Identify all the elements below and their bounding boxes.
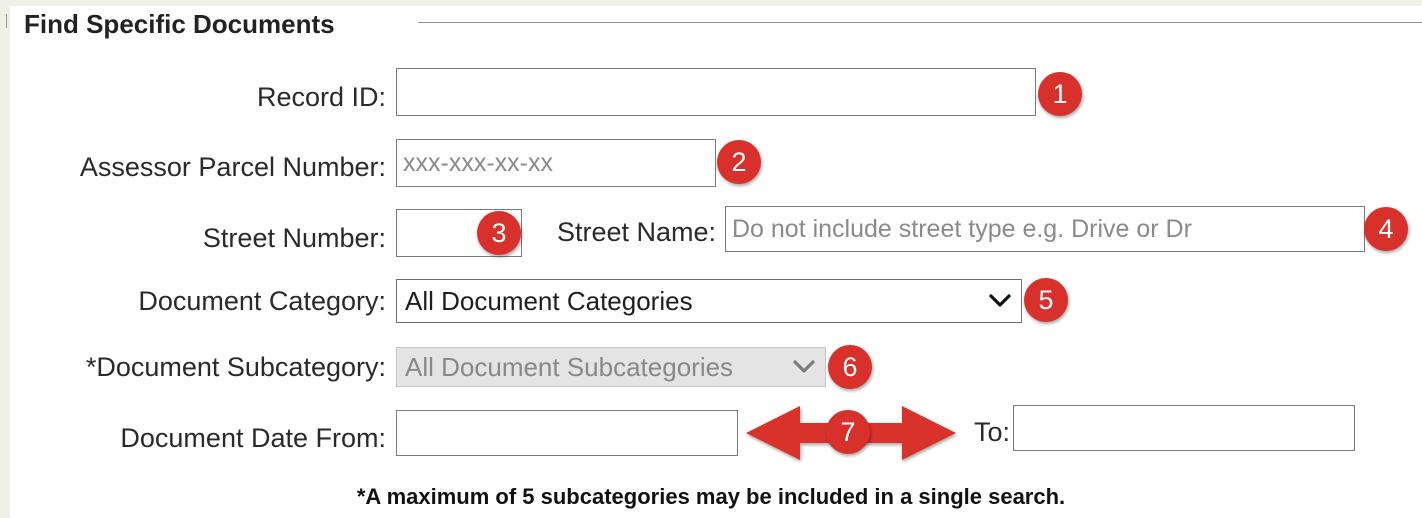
fieldset-border-top bbox=[418, 22, 1422, 23]
annotation-badge-6: 6 bbox=[828, 345, 872, 389]
street-name-label: Street Name: bbox=[556, 217, 716, 247]
document-category-label: Document Category: bbox=[138, 286, 386, 316]
document-category-select[interactable]: All Document Categories bbox=[396, 279, 1022, 323]
document-category-selected: All Document Categories bbox=[405, 285, 693, 316]
annotation-badge-5: 5 bbox=[1024, 278, 1068, 322]
annotation-badge-4: 4 bbox=[1364, 207, 1408, 251]
date-from-input[interactable] bbox=[396, 410, 738, 456]
section-title: Find Specific Documents bbox=[24, 9, 335, 39]
date-to-label: To: bbox=[973, 417, 1010, 447]
annotation-badge-2: 2 bbox=[717, 140, 761, 184]
street-name-input[interactable] bbox=[725, 206, 1365, 252]
street-number-label: Street Number: bbox=[202, 223, 386, 253]
document-subcategory-label: *Document Subcategory: bbox=[85, 352, 386, 382]
document-subcategory-selected: All Document Subcategories bbox=[405, 351, 734, 382]
parcel-number-input[interactable] bbox=[396, 139, 716, 187]
chevron-down-icon bbox=[791, 358, 817, 376]
subcategory-limit-note: *A maximum of 5 subcategories may be inc… bbox=[356, 484, 1066, 509]
annotation-badge-3: 3 bbox=[477, 211, 521, 255]
fieldset-border-left bbox=[6, 14, 7, 28]
document-subcategory-select[interactable]: All Document Subcategories bbox=[396, 347, 826, 387]
date-to-input[interactable] bbox=[1013, 405, 1355, 451]
date-from-label: Document Date From: bbox=[120, 423, 386, 453]
chevron-down-icon bbox=[987, 292, 1013, 310]
annotation-badge-1: 1 bbox=[1038, 72, 1082, 116]
parcel-number-label: Assessor Parcel Number: bbox=[79, 152, 386, 182]
annotation-badge-7: 7 bbox=[826, 410, 870, 454]
record-id-input[interactable] bbox=[396, 68, 1036, 116]
record-id-label: Record ID: bbox=[256, 82, 386, 112]
